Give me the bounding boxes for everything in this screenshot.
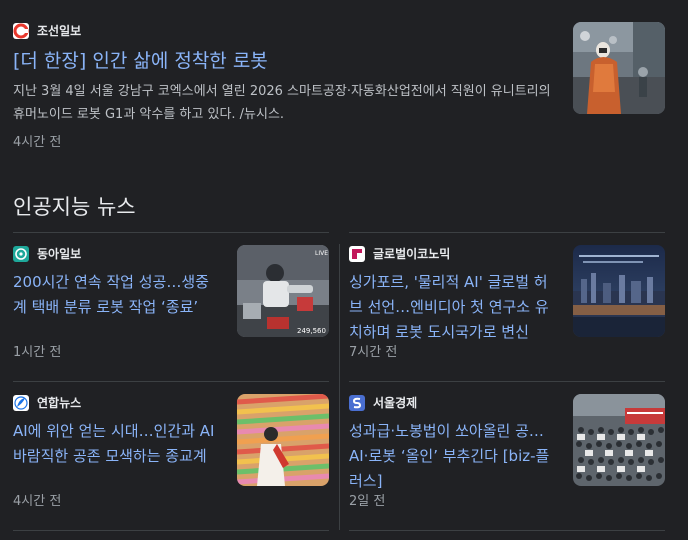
source-row: 조선일보 xyxy=(13,22,81,39)
timestamp: 4시간 전 xyxy=(13,135,62,150)
news-card[interactable]: 동아일보 200시간 연속 작업 성공…생중계 택배 분류 로봇 작업 ‘종료’… xyxy=(13,233,329,381)
divider xyxy=(349,530,665,531)
timestamp: 4시간 전 xyxy=(13,494,62,509)
column-divider xyxy=(339,244,340,530)
headline-link[interactable]: 200시간 연속 작업 성공…생중계 택배 분류 로봇 작업 ‘종료’ xyxy=(13,270,221,320)
headline-link[interactable]: 성과급·노봉법이 쏘아올린 공… AI·로봇 ‘올인’ 부추긴다 [biz-플러… xyxy=(349,419,557,494)
divider xyxy=(13,530,329,531)
live-badge: LIVE xyxy=(315,250,328,257)
source-name: 조선일보 xyxy=(37,24,82,38)
divider xyxy=(13,381,329,382)
source-row: 연합뉴스 xyxy=(13,394,81,411)
divider xyxy=(349,232,665,233)
top-story[interactable]: 조선일보 [더 한장] 인간 삶에 정착한 로봇 지난 3월 4일 서울 강남구… xyxy=(0,0,688,170)
seoul-economic-logo-icon xyxy=(349,394,365,411)
thumbnail-image[interactable] xyxy=(237,394,329,486)
divider xyxy=(349,381,665,382)
yonhap-logo-icon xyxy=(13,394,29,411)
thumbnail-image[interactable]: LIVE 249,560 xyxy=(237,245,329,337)
headline-link[interactable]: 싱가포르, '물리적 AI' 글로벌 허브 선언…엔비디아 첫 연구소 유치하며… xyxy=(349,270,557,345)
donga-logo-icon xyxy=(13,245,29,262)
source-row: 동아일보 xyxy=(13,245,81,262)
source-name: 서울경제 xyxy=(373,396,418,410)
source-name: 동아일보 xyxy=(37,247,82,261)
counter-overlay: 249,560 xyxy=(297,327,326,335)
globaleconomic-logo-icon xyxy=(349,245,365,262)
source-name: 글로벌이코노믹 xyxy=(373,247,451,261)
thumbnail-image[interactable] xyxy=(573,394,665,486)
chosun-logo-icon xyxy=(13,22,29,39)
thumbnail-image[interactable] xyxy=(573,245,665,337)
headline-link[interactable]: [더 한장] 인간 삶에 정착한 로봇 xyxy=(13,46,268,73)
news-card[interactable]: 글로벌이코노믹 싱가포르, '물리적 AI' 글로벌 허브 선언…엔비디아 첫 … xyxy=(349,233,665,381)
headline-link[interactable]: AI에 위안 얻는 시대…인간과 AI 바람직한 공존 모색하는 종교계 xyxy=(13,419,221,469)
timestamp: 1시간 전 xyxy=(13,345,62,360)
news-card[interactable]: 서울경제 성과급·노봉법이 쏘아올린 공… AI·로봇 ‘올인’ 부추긴다 [b… xyxy=(349,382,665,530)
divider xyxy=(13,232,329,233)
source-name: 연합뉴스 xyxy=(37,396,82,410)
thumbnail-image[interactable] xyxy=(573,22,665,114)
headline-snippet: 지난 3월 4일 서울 강남구 코엑스에서 열린 2026 스마트공장·자동화산… xyxy=(13,84,551,122)
news-card[interactable]: 연합뉴스 AI에 위안 얻는 시대…인간과 AI 바람직한 공존 모색하는 종교… xyxy=(13,382,329,530)
timestamp: 7시간 전 xyxy=(349,345,398,360)
timestamp: 2일 전 xyxy=(349,494,386,509)
source-row: 글로벌이코노믹 xyxy=(349,245,450,262)
source-row: 서울경제 xyxy=(349,394,417,411)
section-heading: 인공지능 뉴스 xyxy=(13,195,136,219)
